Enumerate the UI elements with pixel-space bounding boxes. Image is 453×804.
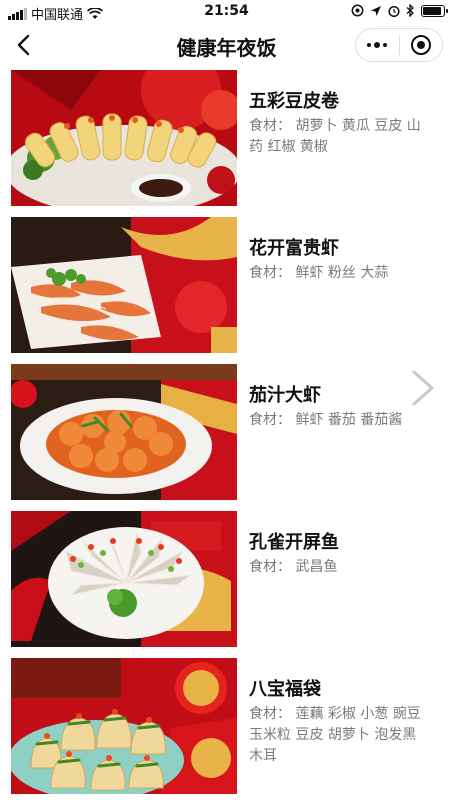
- dish-ingredients: 食材： 胡萝卜 黄瓜 豆皮 山药 红椒 黄椒: [249, 118, 421, 155]
- alarm-icon: [351, 4, 364, 17]
- dish-name: 八宝福袋: [249, 679, 321, 700]
- dish-name: 花开富贵虾: [249, 238, 339, 259]
- clock-icon: [388, 5, 400, 17]
- dish-image: [11, 70, 237, 206]
- close-miniprogram-button[interactable]: [400, 29, 443, 61]
- status-right: [351, 4, 448, 17]
- battery-icon: [421, 4, 448, 17]
- more-button[interactable]: [356, 29, 399, 61]
- bluetooth-icon: [406, 4, 414, 17]
- dish-name: 孔雀开屏鱼: [249, 532, 339, 553]
- dish-image: [11, 364, 237, 500]
- battery-fill: [423, 6, 441, 15]
- next-button[interactable]: [408, 368, 438, 408]
- dish-image: [11, 511, 237, 647]
- dish-item[interactable]: 五彩豆皮卷 食材： 胡萝卜 黄瓜 豆皮 山药 红椒 黄椒: [0, 70, 453, 206]
- dish-item[interactable]: 孔雀开屏鱼 食材： 武昌鱼: [0, 511, 453, 647]
- dish-ingredients: 食材： 莲藕 彩椒 小葱 豌豆 玉米粒 豆皮 胡萝卜 泡发黑木耳: [249, 706, 421, 764]
- location-icon: [371, 5, 381, 16]
- dish-item[interactable]: 花开富贵虾 食材： 鲜虾 粉丝 大蒜: [0, 217, 453, 353]
- dish-ingredients: 食材： 鲜虾 粉丝 大蒜: [249, 265, 389, 281]
- dish-item[interactable]: 茄汁大虾 食材： 鲜虾 番茄 番茄酱: [0, 364, 453, 500]
- dish-name: 五彩豆皮卷: [249, 91, 339, 112]
- dish-image: [11, 658, 237, 794]
- status-bar: 中国联通 21:54: [0, 0, 453, 24]
- more-dots-icon: [367, 42, 388, 48]
- dish-ingredients: 食材： 鲜虾 番茄 番茄酱: [249, 412, 403, 428]
- dish-image: [11, 217, 237, 353]
- target-icon: [410, 35, 431, 55]
- capsule-menu: [355, 28, 443, 62]
- dish-name: 茄汁大虾: [249, 385, 321, 406]
- dish-ingredients: 食材： 武昌鱼: [249, 559, 338, 575]
- dish-item[interactable]: 八宝福袋 食材： 莲藕 彩椒 小葱 豌豆 玉米粒 豆皮 胡萝卜 泡发黑木耳: [0, 658, 453, 794]
- nav-bar: 健康年夜饭: [0, 24, 453, 68]
- chevron-right-icon: [411, 369, 435, 407]
